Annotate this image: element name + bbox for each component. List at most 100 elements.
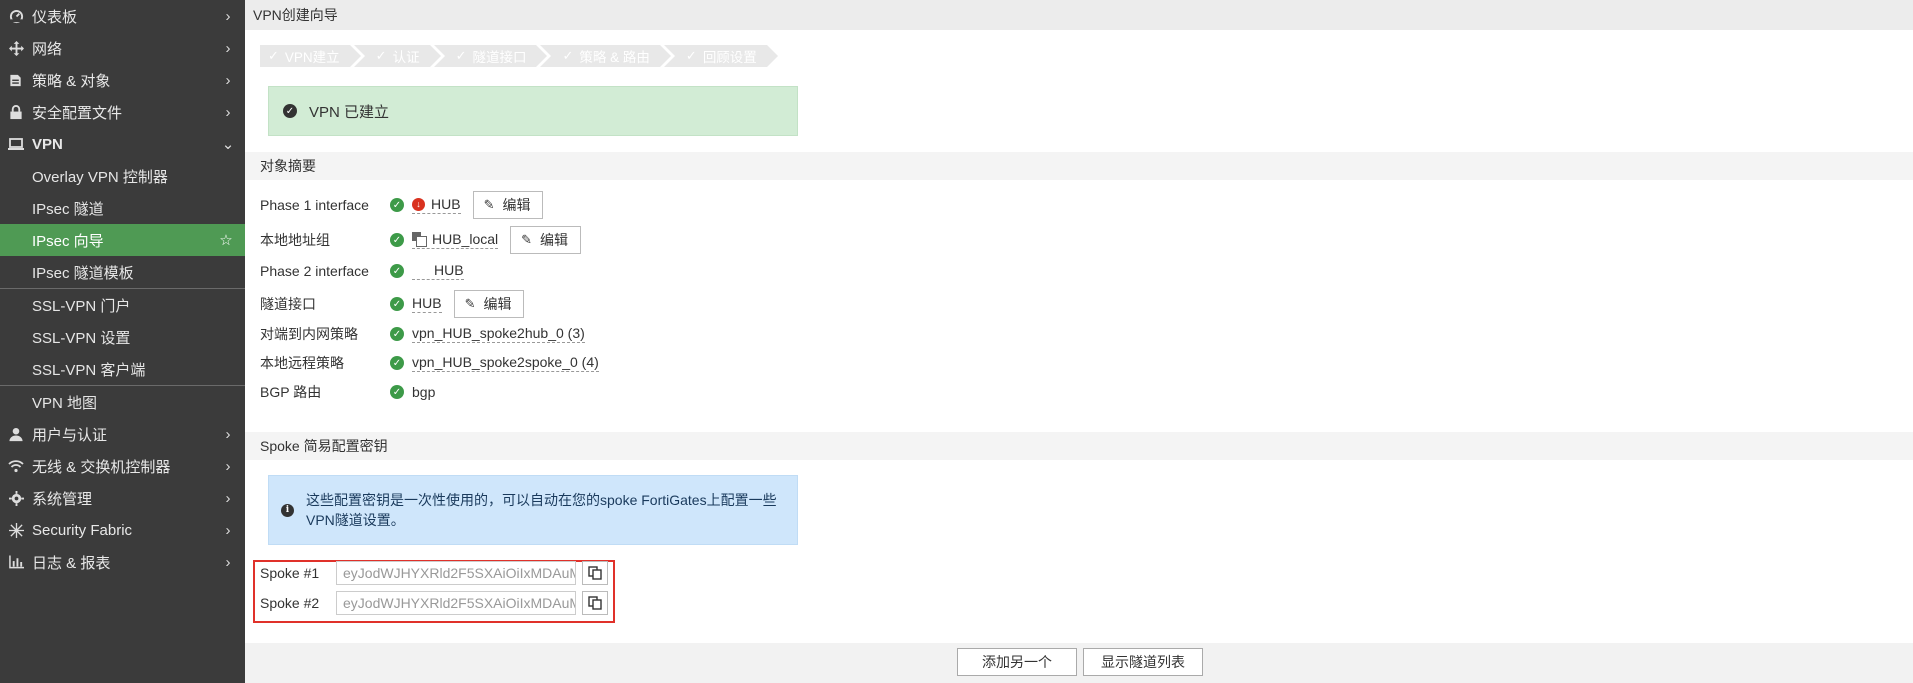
wizard-step: ✓ 隧道接口 <box>433 45 548 67</box>
policy-link[interactable]: vpn_HUB_spoke2hub_0 (3) <box>412 325 585 343</box>
sidebar-subitem-vpn-map[interactable]: VPN 地图 <box>0 386 245 418</box>
chart-icon <box>8 554 24 570</box>
chevron-right-icon: › <box>225 103 231 121</box>
summary-row: 隧道接口 ✓ HUB ✎ 编辑 <box>260 289 525 319</box>
summary-row: 对端到内网策略 ✓ vpn_HUB_spoke2hub_0 (3) <box>260 319 585 349</box>
fabric-icon <box>8 522 24 538</box>
check-circle-icon: ✓ <box>390 297 404 311</box>
sidebar-item-wifi-switch[interactable]: 无线 & 交换机控制器 › <box>0 450 245 482</box>
edit-button[interactable]: ✎ 编辑 <box>472 191 544 219</box>
sidebar-subitem-ipsec-template[interactable]: IPsec 隧道模板 <box>0 256 245 288</box>
sidebar-subitem-label: IPsec 隧道模板 <box>32 264 134 282</box>
summary-value: HUB <box>412 295 442 311</box>
spoke-key-input[interactable]: eyJodWJHYXRld2F5SXAiOiIxMDAuMTAuMTAuMSJ9 <box>336 591 576 615</box>
sidebar-item-dashboard[interactable]: 仪表板 › <box>0 0 245 32</box>
sidebar-item-system[interactable]: 系统管理 › <box>0 482 245 514</box>
wizard-step-label: 认证 <box>392 50 420 65</box>
add-another-button[interactable]: 添加另一个 <box>957 648 1077 676</box>
success-message: ✓ VPN 已建立 <box>268 86 798 136</box>
sidebar-item-security-fabric[interactable]: Security Fabric › <box>0 514 245 546</box>
edit-button[interactable]: ✎ 编辑 <box>453 290 525 318</box>
summary-value: vpn_HUB_spoke2spoke_0 (4) <box>412 354 599 370</box>
chevron-right-icon: › <box>225 7 231 25</box>
sidebar-subitem-ipsec-tunnels[interactable]: IPsec 隧道 <box>0 192 245 224</box>
copy-icon <box>588 596 602 610</box>
sidebar-subitem-sslvpn-settings[interactable]: SSL-VPN 设置 <box>0 321 245 353</box>
laptop-icon <box>8 136 24 152</box>
sidebar-subitem-label: VPN 地图 <box>32 394 98 412</box>
wizard-step: ✓ VPN建立 <box>260 45 361 67</box>
address-group-link[interactable]: HUB_local <box>412 231 499 249</box>
info-message: i 这些配置密钥是一次性使用的，可以自动在您的spoke FortiGates上… <box>268 475 798 545</box>
wizard-step-label: VPN建立 <box>284 50 340 65</box>
chevron-right-icon: › <box>225 425 231 443</box>
sidebar: 仪表板 › 网络 › 策略 & 对象 › 安全配置文件 › VPN ⌄ Over… <box>0 0 245 683</box>
wizard-step: ✓ 策略 & 路由 <box>540 45 672 67</box>
chevron-right-icon: › <box>225 553 231 571</box>
policy-link[interactable]: vpn_HUB_spoke2spoke_0 (4) <box>412 354 599 372</box>
pencil-icon: ✎ <box>464 296 476 311</box>
edit-label: 编辑 <box>502 197 531 213</box>
wizard-step-label: 回顾设置 <box>702 50 757 65</box>
copy-button[interactable] <box>582 591 608 615</box>
tunnel-interface-link[interactable]: HUB <box>412 295 442 313</box>
sidebar-subitem-sslvpn-portal[interactable]: SSL-VPN 门户 <box>0 289 245 321</box>
dashboard-icon <box>8 8 24 24</box>
summary-key: Phase 1 interface <box>260 197 369 213</box>
edit-button[interactable]: ✎ 编辑 <box>510 226 582 254</box>
phase1-link[interactable]: ↓ HUB <box>412 196 461 214</box>
network-icon <box>8 40 24 56</box>
check-circle-icon: ✓ <box>390 356 404 370</box>
spoke-key-input[interactable]: eyJodWJHYXRld2F5SXAiOiIxMDAuMTAuMTAuMSJ9 <box>336 561 576 585</box>
check-circle-icon: ✓ <box>390 198 404 212</box>
summary-key: BGP 路由 <box>260 384 322 400</box>
sidebar-item-log-report[interactable]: 日志 & 报表 › <box>0 546 245 578</box>
sidebar-subitem-label: IPsec 向导 <box>32 232 104 250</box>
sidebar-item-label: VPN <box>32 135 63 153</box>
chevron-right-icon: › <box>225 489 231 507</box>
sidebar-item-label: 策略 & 对象 <box>32 72 111 90</box>
check-circle-icon: ✓ <box>390 327 404 341</box>
copy-icon <box>588 566 602 580</box>
sidebar-item-security-profiles[interactable]: 安全配置文件 › <box>0 96 245 128</box>
success-text: VPN 已建立 <box>309 103 390 121</box>
wifi-icon <box>8 458 24 474</box>
check-icon: ✓ <box>562 48 574 63</box>
page-title: VPN创建向导 <box>245 0 1913 30</box>
check-icon: ✓ <box>375 48 387 63</box>
sidebar-item-label: 仪表板 <box>32 8 78 26</box>
check-circle-icon: ✓ <box>390 233 404 247</box>
copy-button[interactable] <box>582 561 608 585</box>
sidebar-item-user-auth[interactable]: 用户与认证 › <box>0 418 245 450</box>
sidebar-item-vpn[interactable]: VPN ⌄ <box>0 128 245 160</box>
chevron-right-icon: › <box>225 521 231 539</box>
chevron-right-icon: › <box>225 71 231 89</box>
sidebar-item-label: 网络 <box>32 40 63 58</box>
footer-bar <box>245 643 1913 683</box>
summary-row: 本地地址组 ✓ HUB_local ✎ 编辑 <box>260 225 582 255</box>
summary-key: Phase 2 interface <box>260 263 369 279</box>
sidebar-subitem-ipsec-wizard[interactable]: IPsec 向导 ☆ <box>0 224 245 256</box>
sidebar-subitem-label: SSL-VPN 客户端 <box>32 361 146 379</box>
sidebar-subitem-label: IPsec 隧道 <box>32 200 104 218</box>
summary-value: HUB_local <box>432 231 499 247</box>
summary-row: Phase 2 interface ✓ HUB <box>260 256 464 286</box>
spoke-label: Spoke #2 <box>260 595 320 611</box>
down-arrow-icon: ↓ <box>412 197 425 211</box>
check-icon: ✓ <box>685 48 697 63</box>
sidebar-subitem-sslvpn-clients[interactable]: SSL-VPN 客户端 <box>0 353 245 385</box>
star-icon[interactable]: ☆ <box>217 231 235 249</box>
spoke-row: Spoke #2 eyJodWJHYXRld2F5SXAiOiIxMDAuMTA… <box>260 590 608 616</box>
summary-row: BGP 路由 ✓ bgp <box>260 377 435 407</box>
info-icon: i <box>281 503 294 517</box>
sidebar-subitem-label: Overlay VPN 控制器 <box>32 168 168 186</box>
sidebar-item-label: 用户与认证 <box>32 426 108 444</box>
sidebar-item-network[interactable]: 网络 › <box>0 32 245 64</box>
spoke-row: Spoke #1 eyJodWJHYXRld2F5SXAiOiIxMDAuMTA… <box>260 560 608 586</box>
sidebar-subitem-overlay-vpn[interactable]: Overlay VPN 控制器 <box>0 160 245 192</box>
phase2-link[interactable]: HUB <box>412 262 464 280</box>
show-tunnel-list-button[interactable]: 显示隧道列表 <box>1083 648 1203 676</box>
summary-key: 对端到内网策略 <box>260 326 358 342</box>
sidebar-item-policy[interactable]: 策略 & 对象 › <box>0 64 245 96</box>
wizard-step: ✓ 认证 <box>353 45 441 67</box>
